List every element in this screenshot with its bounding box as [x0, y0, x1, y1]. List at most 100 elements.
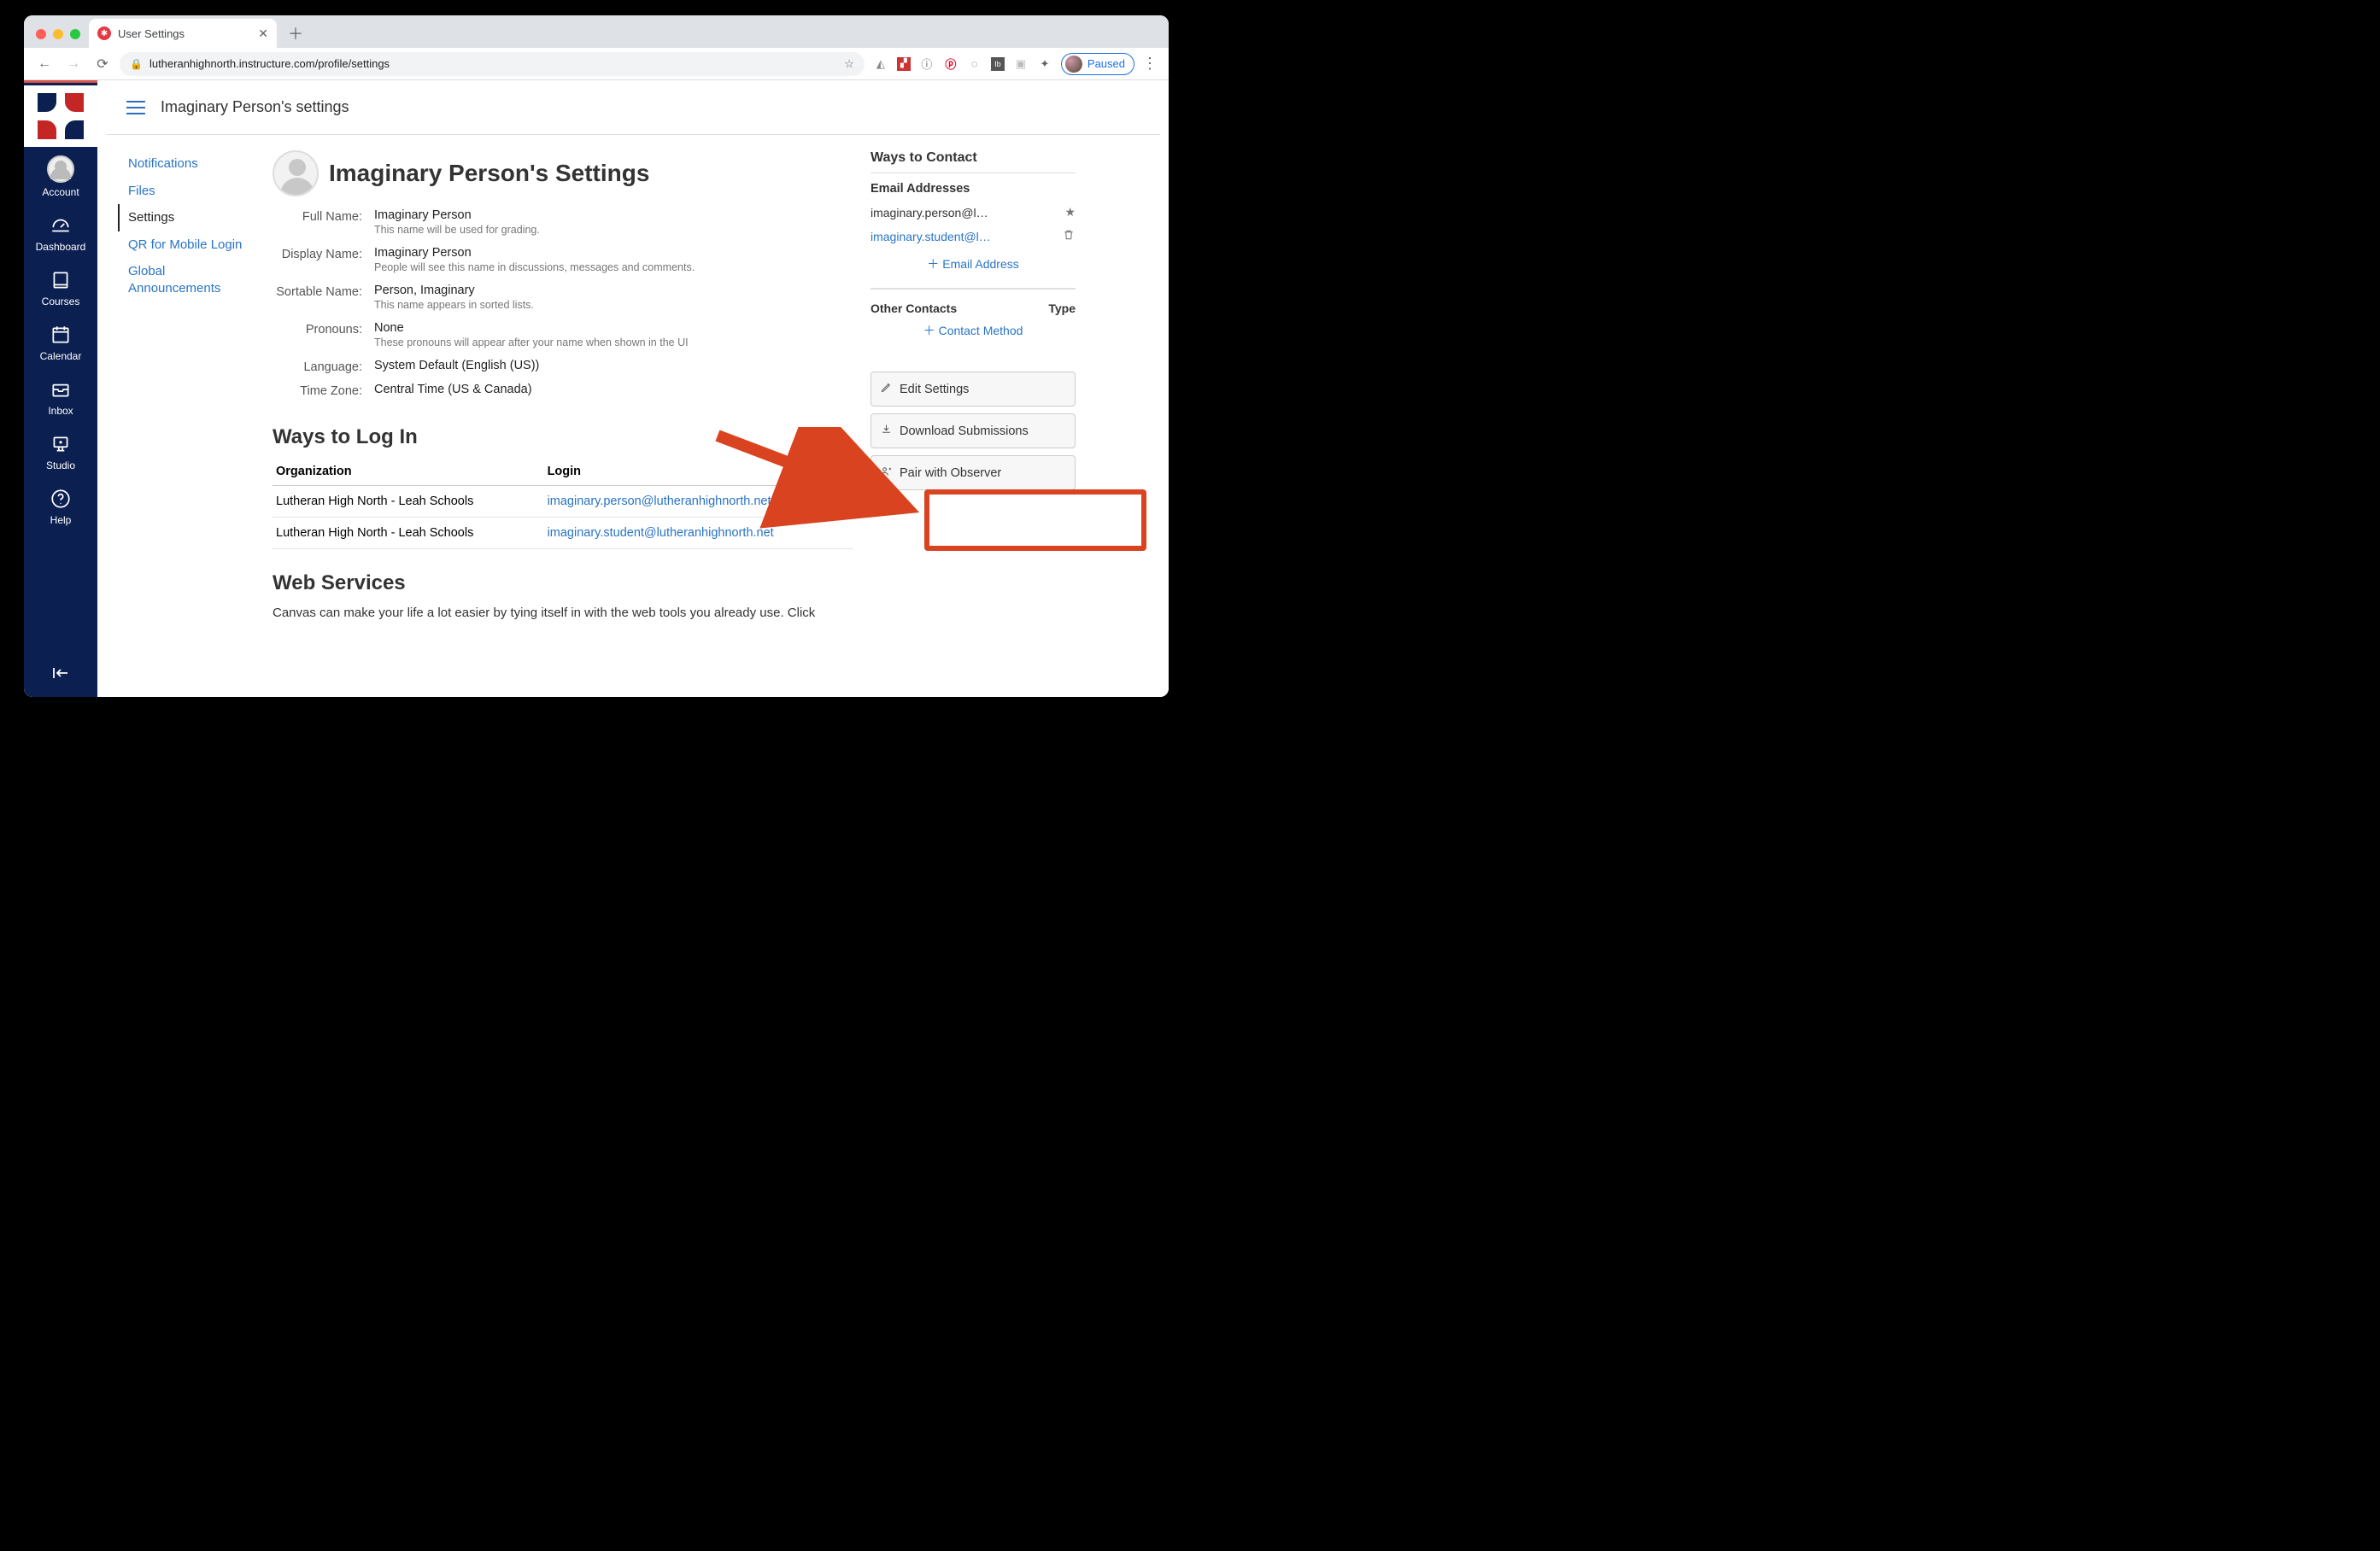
- download-icon: [880, 423, 893, 439]
- drive-ext-icon[interactable]: ◭: [873, 56, 888, 72]
- nav-account[interactable]: Account: [24, 147, 97, 205]
- observer-icon: [880, 465, 893, 481]
- trash-icon[interactable]: [1062, 228, 1076, 244]
- info-ext-icon[interactable]: ⓘ: [919, 56, 935, 72]
- spinner-ext-icon[interactable]: ◌: [967, 56, 982, 72]
- tab-title: User Settings: [118, 27, 185, 40]
- nav-dashboard[interactable]: Dashboard: [24, 205, 97, 260]
- display-name-help: People will see this name in discussions…: [374, 261, 853, 273]
- nav-studio-label: Studio: [46, 459, 75, 471]
- school-logo[interactable]: [24, 85, 97, 147]
- pronouns-value: None: [374, 321, 853, 335]
- close-tab-button[interactable]: ✕: [258, 26, 268, 41]
- pronouns-help: These pronouns will appear after your na…: [374, 337, 853, 348]
- content-area: Imaginary Person's settings Notification…: [97, 80, 1169, 697]
- grey-ext-icon[interactable]: ▣: [1013, 56, 1029, 72]
- annotation-highlight-box: [924, 489, 1146, 551]
- nav-calendar[interactable]: Calendar: [24, 314, 97, 369]
- tab-strip: ✱ User Settings ✕ ＋: [24, 15, 1169, 48]
- maximize-window-button[interactable]: [70, 29, 80, 39]
- plus-icon: ＋: [927, 255, 939, 272]
- sortable-name-label: Sortable Name:: [273, 284, 362, 318]
- browser-tab[interactable]: ✱ User Settings ✕: [89, 19, 277, 48]
- login-col-org: Organization: [273, 458, 544, 486]
- star-icon[interactable]: ★: [1064, 205, 1076, 219]
- help-icon: [49, 487, 73, 511]
- window-controls: [32, 29, 89, 48]
- pinterest-ext-icon[interactable]: ⓟ: [943, 56, 958, 72]
- nav-studio[interactable]: Studio: [24, 424, 97, 478]
- collapse-nav-button[interactable]: [24, 663, 97, 683]
- login-col-login: Login: [544, 458, 853, 486]
- flag-ext-icon[interactable]: ▞: [897, 57, 911, 71]
- email-row-primary: imaginary.person@l… ★: [871, 201, 1076, 224]
- nav-courses-label: Courses: [42, 296, 80, 307]
- minimize-window-button[interactable]: [53, 29, 63, 39]
- address-bar[interactable]: 🔒 lutheranhighnorth.instructure.com/prof…: [120, 52, 865, 76]
- breadcrumb-title: Imaginary Person's settings: [161, 98, 349, 116]
- nav-inbox[interactable]: Inbox: [24, 369, 97, 424]
- submenu-qr-login[interactable]: QR for Mobile Login: [118, 231, 255, 259]
- login-email-cell[interactable]: imaginary.student@lutheranhighnorth.net: [544, 518, 853, 549]
- sidebar-toggle-button[interactable]: [126, 101, 145, 114]
- sortable-name-value: Person, Imaginary: [374, 284, 853, 297]
- new-tab-button[interactable]: ＋: [284, 21, 308, 45]
- login-email-cell[interactable]: imaginary.person@lutheranhighnorth.net: [544, 486, 853, 518]
- add-contact-button[interactable]: ＋ Contact Method: [871, 315, 1076, 346]
- download-submissions-button[interactable]: Download Submissions: [871, 413, 1076, 448]
- extension-icons: ◭ ▞ ⓘ ⓟ ◌ Ib ▣ ✦: [870, 56, 1056, 72]
- timezone-label: Time Zone:: [273, 383, 362, 403]
- breadcrumb-bar: Imaginary Person's settings: [106, 80, 1160, 135]
- web-services-body: Canvas can make your life a lot easier b…: [273, 604, 853, 623]
- book-icon: [49, 268, 73, 292]
- submenu-notifications[interactable]: Notifications: [118, 150, 255, 178]
- email-address-secondary[interactable]: imaginary.student@l…: [871, 230, 991, 243]
- profile-fields: Full Name: Imaginary Person This name wi…: [273, 208, 853, 403]
- add-contact-label: Contact Method: [939, 324, 1023, 337]
- profile-paused-button[interactable]: Paused: [1061, 53, 1134, 75]
- main-panel: Imaginary Person's Settings Full Name: I…: [273, 150, 853, 623]
- full-name-value: Imaginary Person: [374, 208, 853, 222]
- edit-settings-label: Edit Settings: [900, 383, 969, 396]
- right-sidebar: Ways to Contact Email Addresses imaginar…: [871, 150, 1076, 623]
- nav-calendar-label: Calendar: [40, 350, 82, 362]
- dashboard-icon: [49, 214, 73, 237]
- timezone-value: Central Time (US & Canada): [374, 383, 853, 396]
- pair-with-observer-button[interactable]: Pair with Observer: [871, 455, 1076, 490]
- back-button[interactable]: ←: [32, 52, 56, 76]
- nav-inbox-label: Inbox: [48, 405, 73, 417]
- edit-settings-button[interactable]: Edit Settings: [871, 372, 1076, 407]
- login-row: Lutheran High North - Leah Schools imagi…: [273, 518, 853, 549]
- nav-dashboard-label: Dashboard: [36, 241, 86, 253]
- sortable-name-help: This name appears in sorted lists.: [374, 299, 853, 311]
- profile-avatar-icon: [1065, 56, 1082, 73]
- submenu-settings[interactable]: Settings: [118, 204, 255, 231]
- add-email-label: Email Address: [942, 257, 1018, 271]
- full-name-help: This name will be used for grading.: [374, 224, 853, 236]
- page-content: Account Dashboard Courses Calendar: [24, 80, 1169, 697]
- extensions-puzzle-icon[interactable]: ✦: [1037, 56, 1052, 72]
- add-email-button[interactable]: ＋ Email Address: [871, 249, 1076, 279]
- nav-account-label: Account: [42, 186, 79, 198]
- nav-courses[interactable]: Courses: [24, 260, 97, 314]
- lock-icon: 🔒: [130, 58, 143, 70]
- download-submissions-label: Download Submissions: [900, 424, 1029, 438]
- submenu-global-announcements[interactable]: Global Announcements: [118, 258, 255, 301]
- square-ext-icon[interactable]: Ib: [991, 57, 1005, 71]
- browser-menu-button[interactable]: ⋮: [1140, 55, 1160, 73]
- nav-help[interactable]: Help: [24, 478, 97, 533]
- bookmark-star-icon[interactable]: ☆: [844, 57, 854, 71]
- login-table: Organization Login Lutheran High North -…: [273, 458, 853, 549]
- language-label: Language:: [273, 359, 362, 379]
- canvas-favicon-icon: ✱: [97, 26, 111, 40]
- forward-button[interactable]: →: [62, 52, 85, 76]
- profile-avatar-large[interactable]: [273, 150, 319, 196]
- reload-button[interactable]: ⟳: [91, 52, 114, 76]
- plus-icon: ＋: [923, 322, 935, 339]
- login-org-cell: Lutheran High North - Leah Schools: [273, 518, 544, 549]
- inbox-icon: [49, 378, 73, 401]
- submenu-files[interactable]: Files: [118, 178, 255, 205]
- login-row: Lutheran High North - Leah Schools imagi…: [273, 486, 853, 518]
- close-window-button[interactable]: [36, 29, 46, 39]
- studio-icon: [49, 432, 73, 456]
